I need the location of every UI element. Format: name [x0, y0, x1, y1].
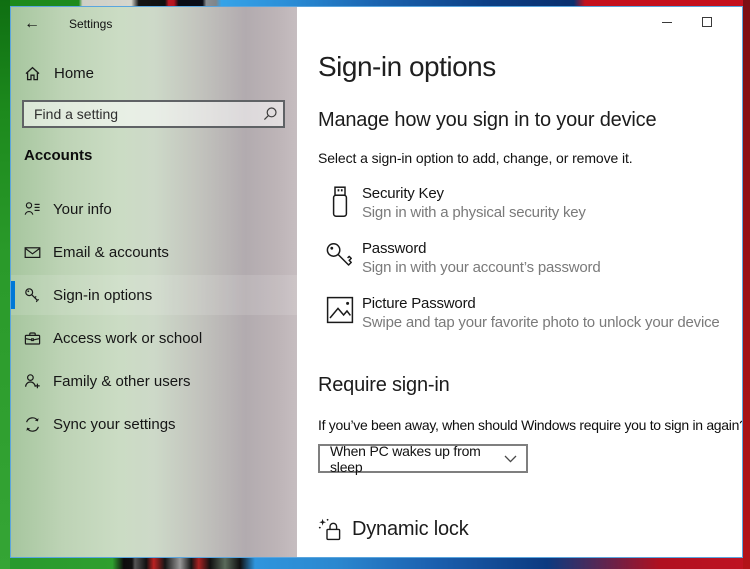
- key-icon: [24, 287, 41, 304]
- window-controls: ×: [647, 7, 743, 37]
- sidebar-section-heading: Accounts: [24, 147, 93, 164]
- require-signin-heading: Require sign-in: [318, 374, 450, 396]
- titlebar-left: ← Settings: [11, 7, 297, 41]
- back-button[interactable]: ←: [24, 15, 54, 33]
- option-description: Sign in with a physical security key: [362, 204, 586, 221]
- sidebar-item-label: Your info: [53, 200, 112, 218]
- require-signin-question: If you’ve been away, when should Windows…: [318, 417, 743, 433]
- dynamic-lock-label: Dynamic lock: [352, 518, 469, 540]
- sidebar-item-sync-settings[interactable]: Sync your settings: [11, 404, 297, 444]
- sidebar-item-sign-in-options[interactable]: Sign-in options: [11, 275, 297, 315]
- sidebar-item-label: Access work or school: [53, 329, 203, 347]
- dynamic-lock-description: Windows can use devices that are paired …: [318, 556, 742, 557]
- option-description: Swipe and tap your favorite photo to unl…: [362, 314, 720, 331]
- sidebar-item-email-accounts[interactable]: Email & accounts: [11, 232, 297, 272]
- picture-icon: [318, 295, 362, 324]
- family-icon: [24, 373, 41, 390]
- option-title: Picture Password: [362, 295, 476, 312]
- main-panel: × Sign-in options Manage how you sign in…: [297, 7, 743, 557]
- signin-option-password[interactable]: Password Sign in with your account’s pas…: [318, 240, 742, 276]
- sidebar-nav: Your info Email & accounts Sign-in optio…: [11, 189, 297, 444]
- selected-accent-bar: [11, 281, 15, 309]
- dropdown-selected-value: When PC wakes up from sleep: [330, 442, 481, 475]
- sidebar-item-label: Sign-in options: [53, 286, 153, 304]
- sidebar-item-label: Email & accounts: [53, 243, 169, 261]
- dynamic-lock-heading: Dynamic lock: [318, 518, 742, 541]
- sidebar-item-label: Sync your settings: [53, 415, 176, 433]
- sidebar: ← Settings Home Find a setting Accounts …: [11, 7, 297, 557]
- page-content: Sign-in options Manage how you sign in t…: [297, 7, 743, 557]
- option-description: Sign in with your account’s password: [362, 259, 601, 276]
- wallpaper-right: [743, 0, 750, 569]
- sync-icon: [24, 416, 41, 433]
- signin-intro-text: Select a sign-in option to add, change, …: [318, 150, 633, 166]
- usb-security-key-icon: [318, 185, 362, 218]
- option-title: Security Key: [362, 185, 444, 202]
- option-title: Password: [362, 240, 427, 257]
- signin-option-picture-password[interactable]: Picture Password Swipe and tap your favo…: [318, 295, 742, 331]
- signin-option-security-key[interactable]: Security Key Sign in with a physical sec…: [318, 185, 742, 221]
- sidebar-item-label: Home: [54, 64, 95, 82]
- sidebar-item-access-work-school[interactable]: Access work or school: [11, 318, 297, 358]
- search-box: [22, 100, 285, 128]
- password-key-icon: [318, 240, 362, 273]
- search-input[interactable]: [24, 106, 257, 122]
- sidebar-item-family-other-users[interactable]: Family & other users: [11, 361, 297, 401]
- close-icon: ×: [742, 14, 743, 30]
- dynamic-lock-icon: [318, 518, 343, 541]
- search-icon[interactable]: [257, 102, 283, 126]
- minimize-icon: [661, 21, 672, 23]
- wallpaper-bottom: [0, 558, 750, 569]
- require-signin-dropdown[interactable]: When PC wakes up from sleep: [318, 442, 528, 475]
- home-icon: [24, 65, 41, 82]
- settings-window: ← Settings Home Find a setting Accounts …: [10, 6, 743, 558]
- close-button[interactable]: ×: [727, 7, 743, 37]
- app-title: Settings: [69, 17, 113, 31]
- minimize-button[interactable]: [647, 7, 687, 37]
- desktop: ← Settings Home Find a setting Accounts …: [0, 0, 750, 569]
- maximize-icon: [701, 17, 712, 27]
- email-icon: [24, 244, 41, 261]
- sidebar-item-label: Family & other users: [53, 372, 191, 390]
- sidebar-item-home[interactable]: Home: [11, 60, 297, 86]
- your-info-icon: [24, 201, 41, 218]
- chevron-down-icon: [504, 455, 517, 463]
- maximize-button[interactable]: [687, 7, 727, 37]
- page-title: Sign-in options: [318, 51, 496, 82]
- manage-signin-heading: Manage how you sign in to your device: [318, 109, 657, 131]
- sidebar-item-your-info[interactable]: Your info: [11, 189, 297, 229]
- wallpaper-left: [0, 0, 10, 569]
- briefcase-icon: [24, 330, 41, 347]
